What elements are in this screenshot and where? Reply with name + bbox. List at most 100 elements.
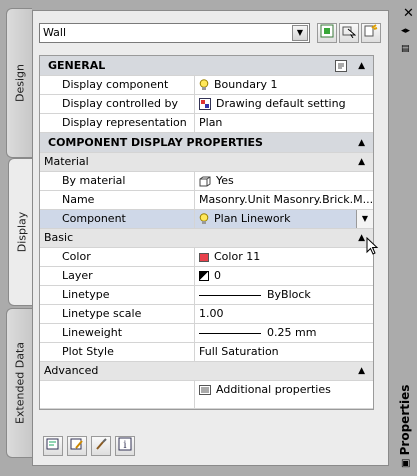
property-value[interactable]: Plan [195,114,373,132]
info-icon: i [118,437,132,451]
property-value[interactable]: Color 11 [195,248,373,266]
object-type-value: Wall [43,26,67,39]
toggle-pickadd-button[interactable] [317,23,337,43]
additional-properties-label: Additional properties [216,383,331,396]
category-component-display-properties[interactable]: COMPONENT DISPLAY PROPERTIES ▲ [40,133,373,153]
bottom-toolbar: i [43,436,139,458]
property-value[interactable]: Boundary 1 [195,76,373,94]
paintbrush-icon [96,438,107,450]
tab-extended-data[interactable]: Extended Data [6,308,32,458]
collapse-caret-icon[interactable]: ▲ [358,133,365,153]
palette-title-strip: ✕ ◂▸ ▤ Properties ▣ [392,0,417,476]
properties-list-icon [199,385,211,395]
by-material-value: Yes [216,174,234,187]
linetype-sample-icon [199,294,261,296]
collapse-caret-icon[interactable]: ▲ [358,362,365,380]
match-display-button[interactable] [91,436,111,456]
collapse-caret-icon[interactable]: ▲ [358,229,365,247]
autohide-icon[interactable]: ◂▸ [401,26,410,36]
property-value[interactable]: 0 [195,267,373,285]
property-row[interactable]: Display controlled by Drawing default se… [40,95,373,114]
drawing-default-icon [199,98,211,110]
property-label: Layer [40,267,195,285]
category-general[interactable]: GENERAL ▲ [40,56,373,76]
properties-panel: Wall ▼ GENERAL ▲ Display component Bound… [32,10,389,466]
property-label: Color [40,248,195,266]
collapse-caret-icon[interactable]: ▲ [358,153,365,171]
layer-icon [199,271,209,281]
palette-tabs: Design Display Extended Data [6,8,34,472]
subcategory-advanced-title: Advanced [44,364,99,377]
additional-properties-button[interactable]: Additional properties [195,381,373,408]
subcategory-material-title: Material [44,155,89,168]
property-row[interactable]: Layer 0 [40,267,373,286]
lineweight-sample-icon [199,332,261,334]
property-value[interactable]: Drawing default setting [195,95,373,113]
property-label: Name [40,191,195,209]
property-label: By material [40,172,195,190]
property-row[interactable]: Name Masonry.Unit Masonry.Brick.M... [40,191,373,210]
property-row[interactable]: By material Yes [40,172,373,191]
property-label: Display component [40,76,195,94]
property-row[interactable]: Color Color 11 [40,248,373,267]
tab-extended-data-label: Extended Data [13,341,26,425]
property-row-selected[interactable]: Component Plan Linework ▼ [40,210,373,229]
subcategory-material[interactable]: Material ▲ [40,153,373,172]
material-icon [199,176,211,186]
chevron-down-icon[interactable]: ▼ [292,25,308,41]
select-objects-button[interactable] [339,23,359,43]
info-button[interactable]: i [115,436,135,456]
property-row[interactable]: Display component Boundary 1 [40,76,373,95]
pickadd-icon [320,24,334,38]
property-value[interactable]: 0.25 mm [195,324,373,342]
lightbulb-icon [199,79,209,90]
properties-icon[interactable] [335,60,347,72]
property-value[interactable]: ByBlock [195,286,373,304]
select-display-button[interactable] [43,436,63,456]
property-row[interactable]: Display representation Plan [40,114,373,133]
tab-design[interactable]: Design [6,8,32,158]
palette-properties-icon[interactable]: ▣ [401,458,410,469]
property-value[interactable]: Yes [195,172,373,190]
palette-title: Properties [398,384,412,456]
property-row[interactable]: Additional properties [40,381,373,409]
tab-display[interactable]: Display [8,158,34,306]
tab-display-label: Display [15,211,28,253]
palette-menu-icon[interactable]: ▤ [401,44,410,54]
toolbar: Wall ▼ [39,23,382,45]
property-value[interactable]: 1.00 [195,305,373,323]
properties-palette: Design Display Extended Data Wall ▼ GENE… [0,0,417,476]
property-label: Linetype scale [40,305,195,323]
property-row[interactable]: Lineweight 0.25 mm [40,324,373,343]
subcategory-advanced[interactable]: Advanced ▲ [40,362,373,381]
close-icon[interactable]: ✕ [403,6,414,21]
edit-display-button[interactable] [67,436,87,456]
object-type-combo[interactable]: Wall ▼ [39,23,310,43]
quick-select-button[interactable] [361,23,381,43]
property-label: Lineweight [40,324,195,342]
subcategory-basic[interactable]: Basic ▲ [40,229,373,248]
chevron-down-icon[interactable]: ▼ [356,210,373,228]
property-row[interactable]: Linetype scale 1.00 [40,305,373,324]
layer-value: 0 [214,269,221,282]
display-select-icon [46,438,59,450]
property-row[interactable]: Plot Style Full Saturation [40,343,373,362]
subcategory-basic-title: Basic [44,231,74,244]
tab-design-label: Design [13,64,26,102]
quick-select-icon [364,24,378,37]
property-row[interactable]: Linetype ByBlock [40,286,373,305]
property-label: Component [40,210,195,228]
property-label: Display representation [40,114,195,132]
category-cdp-title: COMPONENT DISPLAY PROPERTIES [48,136,263,149]
collapse-caret-icon[interactable]: ▲ [358,56,365,76]
property-label: Display controlled by [40,95,195,113]
color-swatch-icon [199,252,209,262]
property-grid: GENERAL ▲ Display component Boundary 1 D… [39,55,374,410]
property-label: Linetype [40,286,195,304]
property-label: Plot Style [40,343,195,361]
lightbulb-icon [199,213,209,224]
property-value[interactable]: Masonry.Unit Masonry.Brick.M... [195,191,373,209]
property-value[interactable]: Full Saturation [195,343,373,361]
component-dropdown[interactable]: Plan Linework ▼ [195,210,373,228]
property-label [40,381,195,408]
